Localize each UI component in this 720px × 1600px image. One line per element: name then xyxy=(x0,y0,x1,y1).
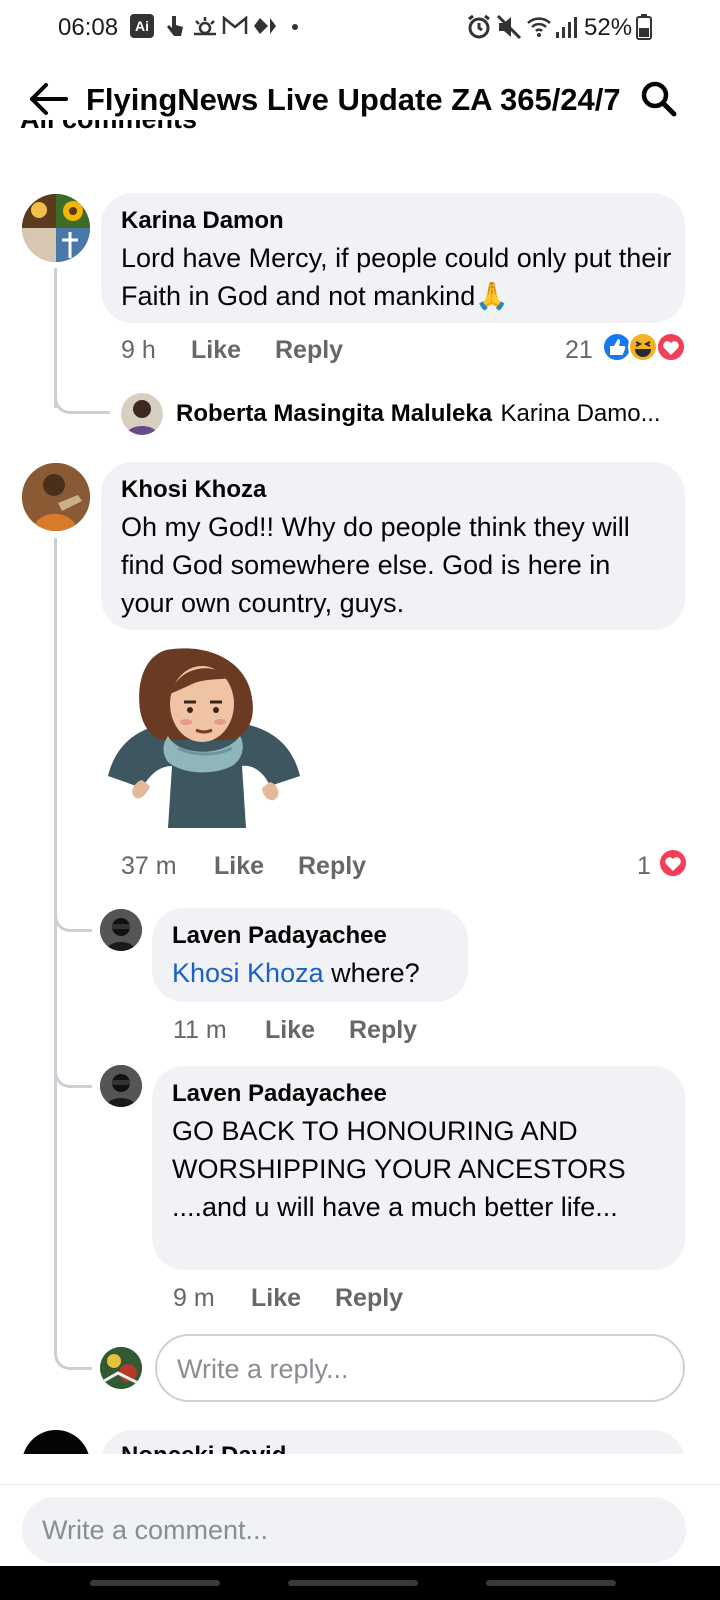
haha-reaction-icon xyxy=(628,332,658,362)
comment-author[interactable]: Karina Damon xyxy=(121,207,284,235)
reply-time: 9 m xyxy=(173,1284,215,1312)
status-time: 06:08 xyxy=(58,14,119,41)
back-arrow-icon[interactable] xyxy=(28,82,68,116)
back-button[interactable] xyxy=(486,1580,616,1586)
love-reaction-icon[interactable] xyxy=(658,848,688,878)
diamond-icon xyxy=(254,18,276,34)
comment-input[interactable]: Write a comment... xyxy=(22,1497,686,1563)
avatar[interactable] xyxy=(22,1430,90,1454)
like-button[interactable]: Like xyxy=(265,1016,315,1045)
avatar[interactable] xyxy=(100,1065,142,1107)
search-icon[interactable] xyxy=(640,80,678,118)
thread-line xyxy=(54,538,57,1348)
touch-icon xyxy=(167,16,183,36)
home-button[interactable] xyxy=(288,1580,418,1586)
reply-button[interactable]: Reply xyxy=(349,1016,417,1045)
comment-input-placeholder: Write a comment... xyxy=(42,1515,269,1545)
reply-text: Khosi Khoza where? xyxy=(172,958,420,988)
thread-connector xyxy=(54,386,110,414)
avatar[interactable] xyxy=(22,463,90,531)
reaction-icons[interactable] xyxy=(602,332,688,362)
thread-connector xyxy=(54,1058,92,1088)
comment-actions: 9 h Like Reply 21 xyxy=(121,336,681,366)
reply-bubble[interactable]: Laven Padayachee GO BACK TO HONOURING AN… xyxy=(152,1066,685,1270)
love-reaction-icon xyxy=(656,332,686,362)
sticker-woman-hands-on-hips xyxy=(108,648,300,828)
battery-icon xyxy=(636,14,652,40)
ai-icon: Ai xyxy=(130,14,154,38)
section-label: All comments xyxy=(20,120,197,135)
comment-text: Oh my God!! Why do people think they wil… xyxy=(121,512,630,618)
status-bar: 06:08 Ai 52% xyxy=(0,0,720,56)
pray-emoji: 🙏 xyxy=(475,281,509,311)
mention-link[interactable]: Khosi Khoza xyxy=(172,958,324,988)
weather-icon xyxy=(194,17,216,36)
reply-text: GO BACK TO HONOURING AND WORSHIPPING YOU… xyxy=(172,1116,626,1222)
reply-input[interactable]: Write a reply... xyxy=(155,1334,685,1402)
reply-input-placeholder: Write a reply... xyxy=(177,1354,349,1384)
avatar-current-user-icon xyxy=(100,1347,142,1389)
avatar[interactable] xyxy=(100,909,142,951)
avatar-person-icon xyxy=(126,400,158,435)
reply-button[interactable]: Reply xyxy=(335,1284,403,1313)
comment-sticker[interactable] xyxy=(104,640,306,832)
reaction-count[interactable]: 21 xyxy=(565,336,593,365)
notification-dot-icon xyxy=(292,24,298,30)
comment-bubble[interactable]: Karina Damon Lord have Mercy, if people … xyxy=(101,193,685,323)
thread-connector xyxy=(54,900,92,932)
alarm-icon xyxy=(468,14,490,39)
like-button[interactable]: Like xyxy=(251,1284,301,1313)
avatar[interactable] xyxy=(121,393,163,435)
reply-button[interactable]: Reply xyxy=(298,852,366,881)
comment-time: 37 m xyxy=(121,852,177,880)
avatar[interactable] xyxy=(100,1347,142,1389)
recents-button[interactable] xyxy=(90,1580,220,1586)
section-label-clip: All comments xyxy=(20,120,320,142)
wifi-icon xyxy=(527,17,551,37)
reply-author[interactable]: Roberta Masingita Maluleka xyxy=(176,400,492,427)
avatar[interactable] xyxy=(22,194,90,262)
reply-author[interactable]: Laven Padayachee xyxy=(172,922,387,950)
mute-icon xyxy=(496,14,522,40)
collapsed-reply[interactable]: Roberta Masingita Maluleka Karina Damo..… xyxy=(176,400,686,430)
comment-text: Lord have Mercy, if people could only pu… xyxy=(121,243,672,311)
comment-author[interactable]: Khosi Khoza xyxy=(121,476,266,504)
reaction-count[interactable]: 1 xyxy=(637,852,651,881)
reply-actions: 11 m Like Reply xyxy=(173,1016,473,1046)
comment-author[interactable]: Nonceki David xyxy=(121,1442,286,1454)
reply-time: 11 m xyxy=(173,1016,227,1044)
thread-connector xyxy=(54,1340,92,1370)
reply-actions: 9 m Like Reply xyxy=(173,1284,473,1314)
next-comment-clip: Nonceki David xyxy=(0,1420,720,1454)
battery-percent: 52% xyxy=(584,14,633,41)
avatar-collage-icon xyxy=(22,194,90,262)
page-title: FlyingNews Live Update ZA 365/24/7 xyxy=(86,82,621,117)
comment-bubble[interactable]: Nonceki David xyxy=(101,1430,685,1454)
avatar-person-icon xyxy=(22,463,90,531)
avatar-person-icon xyxy=(100,1065,142,1107)
signal-icon xyxy=(556,17,577,38)
comment-time: 9 h xyxy=(121,336,156,364)
reply-bubble[interactable]: Laven Padayachee Khosi Khoza where? xyxy=(152,908,468,1002)
comment-bubble[interactable]: Khosi Khoza Oh my God!! Why do people th… xyxy=(101,462,685,630)
reply-preview: Karina Damo... xyxy=(500,400,661,427)
reply-author[interactable]: Laven Padayachee xyxy=(172,1080,387,1108)
mail-icon xyxy=(222,16,248,34)
comment-actions: 37 m Like Reply 1 xyxy=(121,852,681,882)
avatar-person-icon xyxy=(100,909,142,951)
comment-composer-bar: Write a comment... xyxy=(0,1484,720,1566)
system-nav-bar xyxy=(0,1566,720,1600)
like-button[interactable]: Like xyxy=(214,852,264,881)
like-button[interactable]: Like xyxy=(191,336,241,365)
reply-button[interactable]: Reply xyxy=(275,336,343,365)
